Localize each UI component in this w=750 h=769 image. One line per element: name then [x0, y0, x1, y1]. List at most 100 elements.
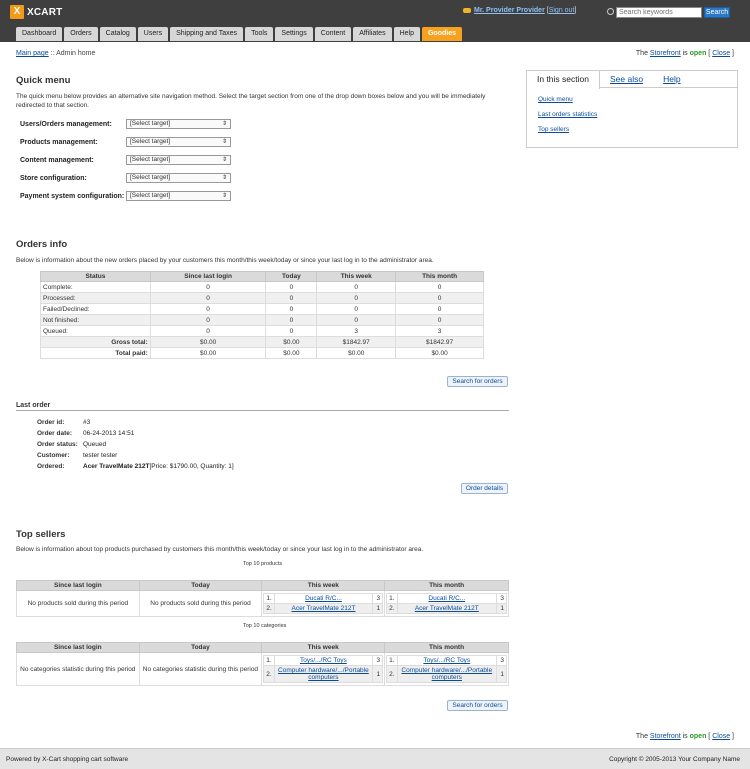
orders-info-title: Orders info	[16, 239, 68, 250]
users-orders-select[interactable]: [Select target] ⇕	[126, 119, 231, 129]
tab-affiliates[interactable]: Affiliates	[353, 27, 392, 41]
category-link[interactable]: Toys/.../RC Toys	[300, 657, 347, 664]
store-config-select[interactable]: [Select target] ⇕	[126, 173, 231, 183]
breadcrumb: Main page :: Admin home	[16, 50, 96, 57]
quick-menu-description: The quick menu below provides an alterna…	[16, 93, 486, 109]
table-row: Complete: 0 0 0 0	[40, 281, 484, 293]
main-nav-tabs: Dashboard Orders Catalog Users Shipping …	[16, 27, 464, 41]
table-row: Not finished: 0 0 0 0	[40, 314, 484, 326]
side-link-top-sellers[interactable]: Top sellers	[538, 126, 737, 133]
top-bar: X XCART Mr. Provider Provider [Sign out]…	[0, 0, 750, 42]
storefront-open-status: open	[689, 50, 707, 57]
storefront-close-link-bottom[interactable]: Close	[712, 733, 730, 740]
last-order-status: Order status: Queued	[37, 441, 107, 448]
qm-row-products: Products management: [Select target] ⇕	[20, 137, 235, 147]
xcart-logo-text: XCART	[27, 6, 63, 18]
category-link[interactable]: Computer hardware/.../Portable computers	[401, 667, 492, 681]
footer-powered-by: Powered by X-Cart shopping cart software	[6, 756, 129, 763]
tab-help-side[interactable]: Help	[653, 71, 690, 87]
table-row-gross-total: Gross total: $0.00 $0.00 $1842.97 $1842.97	[40, 336, 484, 348]
tab-goodies[interactable]: Goodies	[421, 27, 462, 41]
tab-shipping-and-taxes[interactable]: Shipping and Taxes	[170, 27, 244, 41]
storefront-close-link[interactable]: Close	[712, 50, 730, 57]
tab-in-this-section[interactable]: In this section	[527, 71, 600, 89]
search-orders-button-bottom[interactable]: Search for orders	[447, 700, 508, 711]
provider-name-link[interactable]: Mr. Provider Provider	[474, 7, 545, 14]
product-link[interactable]: Ducati R/C...	[305, 595, 342, 602]
xcart-logo-icon: X	[10, 5, 24, 19]
top-sellers-title: Top sellers	[16, 529, 66, 540]
quick-menu-title: Quick menu	[16, 75, 71, 86]
side-link-last-orders[interactable]: Last orders statistics	[538, 111, 737, 118]
tab-help[interactable]: Help	[393, 27, 420, 41]
top-products-caption: Top 10 products	[243, 561, 283, 567]
tab-users[interactable]: Users	[137, 27, 169, 41]
list-item: 2. Computer hardware/.../Portable compute…	[386, 665, 507, 683]
orders-info-description: Below is information about the new order…	[16, 257, 434, 264]
list-item: 1. Toys/.../RC Toys 3	[386, 655, 507, 666]
tab-dashboard[interactable]: Dashboard	[16, 27, 63, 41]
qm-row-content: Content management: [Select target] ⇕	[20, 155, 235, 165]
no-products-today: No products sold during this period	[138, 590, 263, 617]
storefront-status-bottom: The Storefront is open [ Close ]	[635, 733, 734, 740]
orders-info-table: Status Since last login Today This week …	[40, 271, 484, 359]
product-link[interactable]: Acer TravelMate 212T	[292, 605, 356, 612]
list-item: 2. Acer TravelMate 212T 1	[263, 603, 384, 614]
storefront-open-status-bottom: open	[689, 733, 707, 740]
divider	[16, 410, 509, 411]
last-order-ordered: Ordered: Acer TravelMate 212T [Price: $17…	[37, 463, 234, 470]
list-item: 1. Toys/.../RC Toys 3	[263, 655, 384, 666]
tab-catalog[interactable]: Catalog	[99, 27, 136, 41]
tab-orders[interactable]: Orders	[64, 27, 98, 41]
search-icon	[607, 8, 614, 15]
qm-row-users-orders: Users/Orders management: [Select target]…	[20, 119, 235, 129]
table-row: Processed: 0 0 0 0	[40, 292, 484, 304]
table-row: Queued: 0 0 3 3	[40, 325, 484, 337]
payment-select[interactable]: [Select target] ⇕	[126, 191, 231, 201]
section-side-panel: In this section See also Help Quick menu…	[526, 70, 738, 148]
tab-settings[interactable]: Settings	[275, 27, 313, 41]
table-row: Failed/Declined: 0 0 0 0	[40, 303, 484, 315]
category-link[interactable]: Computer hardware/.../Portable computers	[278, 667, 369, 681]
product-link[interactable]: Ducati R/C...	[428, 595, 465, 602]
category-link[interactable]: Toys/.../RC Toys	[423, 657, 470, 664]
list-item: 1. Ducati R/C... 3	[263, 593, 384, 604]
sign-out-link[interactable]: Sign out	[549, 7, 575, 14]
select-arrows-icon: ⇕	[221, 157, 227, 163]
footer-copyright: Copyright © 2005-2013 Your Company Name	[609, 756, 740, 763]
no-categories-today: No categories statistic during this peri…	[138, 652, 263, 686]
no-categories-since-login: No categories statistic during this peri…	[16, 652, 140, 686]
breadcrumb-main-page[interactable]: Main page	[16, 50, 49, 57]
select-arrows-icon: ⇕	[221, 193, 227, 199]
list-item: 2. Acer TravelMate 212T 1	[386, 603, 507, 614]
list-item: 2. Computer hardware/.../Portable compute…	[263, 665, 384, 683]
breadcrumb-current: Admin home	[56, 50, 96, 57]
top-categories-caption: Top 10 categories	[243, 623, 287, 629]
provider-info: Mr. Provider Provider [Sign out]	[463, 7, 576, 14]
storefront-link[interactable]: Storefront	[650, 50, 681, 57]
last-order-customer: Customer: tester tester	[37, 452, 118, 459]
top-products-table: Since last login Today This week This mo…	[16, 580, 509, 617]
tab-content[interactable]: Content	[314, 27, 352, 41]
search-button[interactable]: Search	[704, 7, 730, 18]
top-categories-table: Since last login Today This week This mo…	[16, 642, 509, 686]
side-link-quick-menu[interactable]: Quick menu	[538, 96, 737, 103]
last-order-title: Last order	[16, 402, 51, 409]
storefront-link-bottom[interactable]: Storefront	[650, 733, 681, 740]
search-orders-button[interactable]: Search for orders	[447, 376, 508, 387]
last-order-id: Order id: #3	[37, 419, 91, 426]
xcart-logo[interactable]: X XCART	[10, 5, 62, 19]
tab-tools[interactable]: Tools	[245, 27, 274, 41]
order-details-button[interactable]: Order details	[461, 483, 508, 494]
select-arrows-icon: ⇕	[221, 121, 227, 127]
content-select[interactable]: [Select target] ⇕	[126, 155, 231, 165]
products-select[interactable]: [Select target] ⇕	[126, 137, 231, 147]
top-sellers-description: Below is information about top products …	[16, 546, 424, 553]
storefront-status-top: The Storefront is open [ Close ]	[635, 50, 734, 57]
qm-row-payment: Payment system configuration: [Select ta…	[20, 191, 235, 201]
product-link[interactable]: Acer TravelMate 212T	[415, 605, 479, 612]
tab-see-also[interactable]: See also	[600, 71, 653, 87]
search-input[interactable]	[616, 7, 702, 18]
key-icon	[463, 8, 471, 13]
no-products-since-login: No products sold during this period	[16, 590, 140, 617]
